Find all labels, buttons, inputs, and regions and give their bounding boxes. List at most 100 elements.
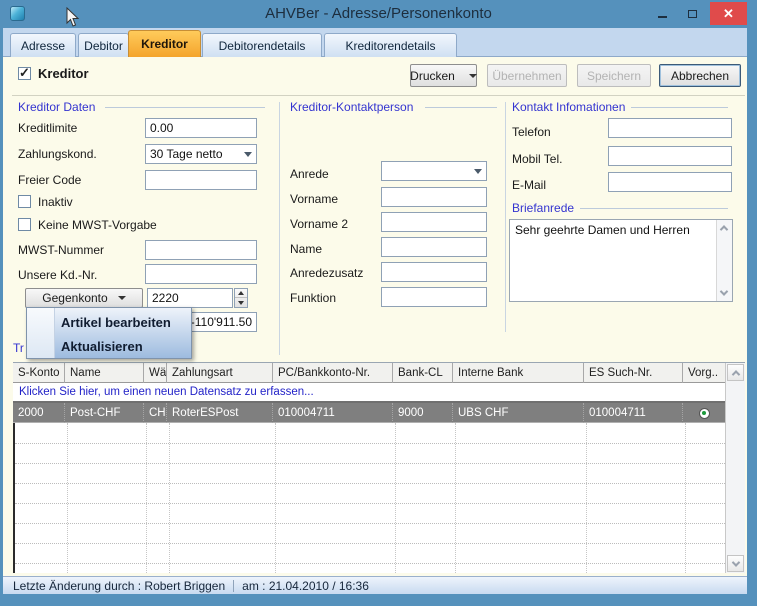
selected-table-row[interactable]: 2000 Post-CHF CHF RoterESPost 010004711 … [13,403,725,423]
name-input[interactable] [381,237,487,257]
funktion-input[interactable] [381,287,487,307]
funktion-label: Funktion [290,291,336,305]
drucken-button[interactable]: Drucken [410,64,477,87]
minimize-button[interactable] [648,4,676,23]
abbrechen-button[interactable]: Abbrechen [659,64,741,87]
empty-grid-area[interactable] [13,423,725,573]
tab-debitorendetails[interactable]: Debitorendetails [202,33,322,57]
gegenkonto-input[interactable] [147,288,233,308]
kreditor-checkbox-box[interactable] [18,67,31,80]
column-separator-1 [279,102,280,355]
column-header-waehrung[interactable]: Wä.. [144,363,167,383]
kreditlimite-label: Kreditlimite [18,121,77,135]
group-kontaktperson: Kreditor-Kontaktperson [290,100,419,114]
column-header-s-konto[interactable]: S-Konto [13,363,65,383]
telefon-label: Telefon [512,125,551,139]
vorname2-input[interactable] [381,212,487,232]
email-label: E-Mail [512,178,546,192]
mobil-input[interactable] [608,146,732,166]
keine-mwst-checkbox[interactable] [18,218,31,236]
mwst-nummer-input[interactable] [145,240,257,260]
grid-scroll-up-icon[interactable] [727,364,744,381]
column-separator-2 [505,102,506,332]
close-icon: ✕ [723,6,734,22]
anredezusatz-input[interactable] [381,262,487,282]
new-record-row[interactable]: Klicken Sie hier, um einen neuen Datensa… [13,383,725,403]
tab-adresse[interactable]: Adresse [10,33,76,57]
spinner-down-icon[interactable] [235,298,247,307]
vorname-label: Vorname [290,192,338,206]
column-header-vorg[interactable]: Vorg.. [683,363,725,383]
chevron-down-icon [244,152,252,157]
toolbar-separator [12,95,745,96]
tab-kreditorendetails[interactable]: Kreditorendetails [324,33,457,57]
status-timestamp: am : 21.04.2010 / 16:36 [242,579,369,593]
grid-scrollbar[interactable] [725,363,745,573]
drucken-dropdown-icon [469,74,477,78]
tab-debitor[interactable]: Debitor [78,33,129,57]
inaktiv-label: Inaktiv [38,195,73,209]
mobil-label: Mobil Tel. [512,152,562,166]
briefanrede-text: Sehr geehrte Damen und Herren [515,223,690,237]
bank-accounts-grid: S-Konto Name Wä.. Zahlungsart PC/Bankkon… [13,362,745,572]
zahlungskond-select[interactable]: 30 Tage netto [145,144,257,164]
anrede-select[interactable] [381,161,487,181]
anredezusatz-label: Anredezusatz [290,266,363,280]
grid-scroll-down-icon[interactable] [727,555,744,572]
context-menu-icon-gutter [27,308,55,358]
mouse-cursor-icon [66,7,80,28]
gegenkonto-dropdown-icon [118,296,126,300]
minimize-icon [658,16,667,18]
group-kreditor-daten: Kreditor Daten [18,100,101,114]
column-header-bank-cl[interactable]: Bank-CL [393,363,453,383]
keine-mwst-label: Keine MWST-Vorgabe [38,218,157,232]
kreditlimite-input[interactable] [145,118,257,138]
close-button[interactable]: ✕ [710,2,747,25]
briefanrede-scrollbar[interactable] [716,220,732,301]
vorgabe-radio-icon [699,408,710,419]
context-menu: Artikel bearbeiten Aktualisieren [26,307,192,359]
anrede-label: Anrede [290,167,329,181]
unsere-kd-label: Unsere Kd.-Nr. [18,268,97,282]
menu-item-aktualisieren[interactable]: Aktualisieren [61,339,143,354]
maximize-button[interactable] [678,4,706,23]
vorname-input[interactable] [381,187,487,207]
freier-code-input[interactable] [145,170,257,190]
grid-header: S-Konto Name Wä.. Zahlungsart PC/Bankkon… [13,363,725,383]
column-header-interne-bank[interactable]: Interne Bank [453,363,584,383]
freier-code-label: Freier Code [18,173,81,187]
column-header-pc-bankkonto[interactable]: PC/Bankkonto-Nr. [273,363,393,383]
window-title: AHVBer - Adresse/Personenkonto [0,5,757,22]
mwst-nummer-label: MWST-Nummer [18,243,104,257]
kreditor-checkbox[interactable] [18,67,31,85]
uebernehmen-button[interactable]: Übernehmen [487,64,567,87]
tab-strip: Adresse Debitor Kreditor Debitorendetail… [3,28,747,57]
tab-kreditor[interactable]: Kreditor [128,30,201,57]
gegenkonto-spinner[interactable] [234,288,248,308]
inaktiv-checkbox[interactable] [18,195,31,213]
group-kontakt-info: Kontakt Infomationen [512,100,631,114]
group-briefanrede: Briefanrede [512,201,580,215]
column-header-es-such-nr[interactable]: ES Such-Nr. [584,363,683,383]
email-input[interactable] [608,172,732,192]
kreditor-checkbox-label: Kreditor [38,66,89,81]
truncated-group-label: Tr [13,341,24,355]
column-header-zahlungsart[interactable]: Zahlungsart [167,363,273,383]
unsere-kd-input[interactable] [145,264,257,284]
briefanrede-textarea[interactable]: Sehr geehrte Damen und Herren [509,219,733,302]
menu-item-artikel-bearbeiten[interactable]: Artikel bearbeiten [61,315,171,330]
scroll-up-icon[interactable] [717,221,731,235]
status-bar: Letzte Änderung durch : Robert Briggen a… [3,576,747,594]
vorname2-label: Vorname 2 [290,217,348,231]
speichern-button[interactable]: Speichern [577,64,651,87]
scroll-down-icon[interactable] [717,286,731,300]
telefon-input[interactable] [608,118,732,138]
app-window: AHVBer - Adresse/Personenkonto ✕ Adresse… [0,0,757,606]
name-label: Name [290,242,322,256]
spinner-up-icon[interactable] [235,289,247,298]
chevron-down-icon [474,169,482,174]
maximize-icon [688,10,697,18]
gegenkonto-button[interactable]: Gegenkonto [25,288,143,308]
title-bar[interactable]: AHVBer - Adresse/Personenkonto ✕ [0,0,757,28]
column-header-name[interactable]: Name [65,363,144,383]
